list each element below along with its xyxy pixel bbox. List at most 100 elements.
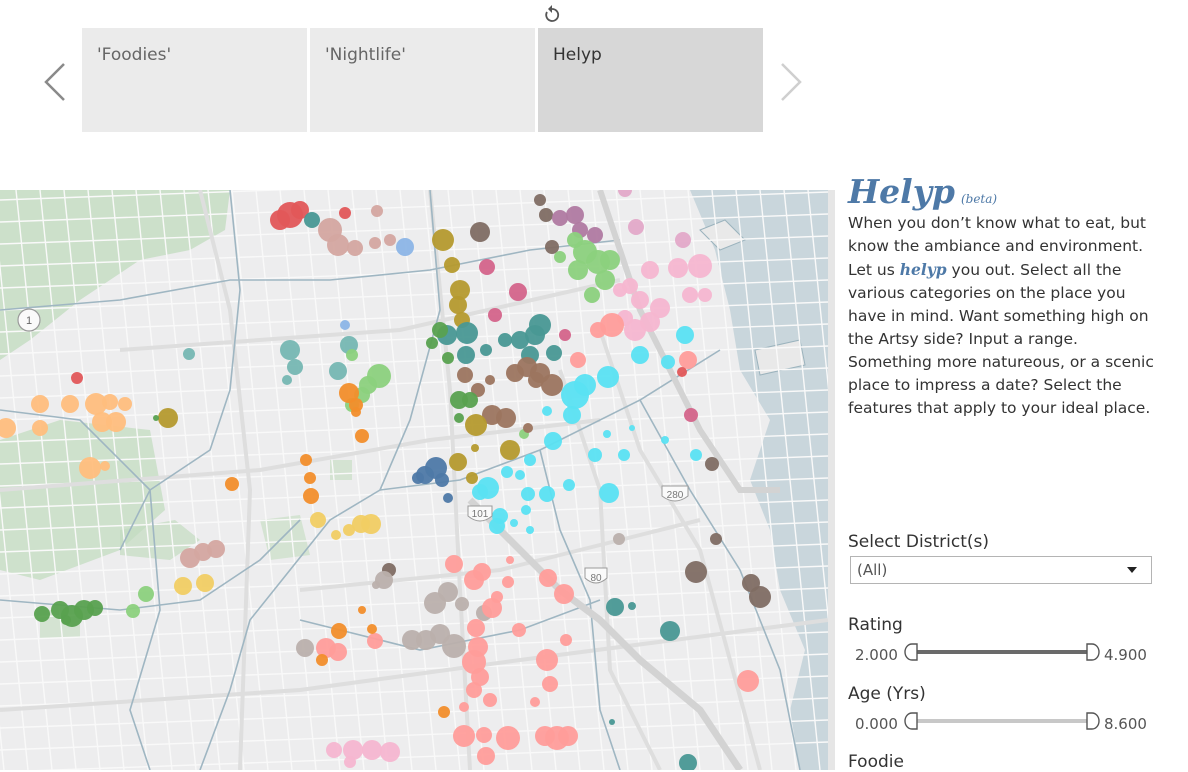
restaurant-marker[interactable]	[180, 548, 200, 568]
restaurant-marker[interactable]	[570, 352, 586, 368]
restaurant-marker[interactable]	[510, 519, 518, 527]
restaurant-marker[interactable]	[521, 487, 535, 501]
restaurant-map[interactable]: 1 101 80 280	[0, 190, 828, 770]
restaurant-marker[interactable]	[310, 512, 326, 528]
restaurant-marker[interactable]	[344, 756, 356, 768]
restaurant-marker[interactable]	[442, 634, 466, 658]
restaurant-marker[interactable]	[479, 259, 495, 275]
restaurant-marker[interactable]	[153, 415, 159, 421]
restaurant-marker[interactable]	[584, 287, 600, 303]
restaurant-marker[interactable]	[539, 569, 557, 587]
restaurant-marker[interactable]	[618, 190, 632, 197]
restaurant-marker[interactable]	[566, 206, 584, 224]
restaurant-marker[interactable]	[459, 702, 469, 712]
restaurant-marker[interactable]	[300, 454, 312, 466]
restaurant-marker[interactable]	[467, 619, 485, 637]
restaurant-marker[interactable]	[631, 291, 649, 309]
restaurant-marker[interactable]	[444, 257, 460, 273]
restaurant-marker[interactable]	[402, 630, 422, 650]
restaurant-marker[interactable]	[679, 754, 697, 770]
restaurant-marker[interactable]	[367, 633, 383, 649]
restaurant-marker[interactable]	[126, 604, 140, 618]
restaurant-marker[interactable]	[684, 408, 698, 422]
restaurant-marker[interactable]	[618, 449, 630, 461]
restaurant-marker[interactable]	[466, 682, 482, 698]
district-dropdown[interactable]: (All)	[850, 556, 1152, 584]
restaurant-marker[interactable]	[698, 288, 712, 302]
rating-min-handle[interactable]	[904, 643, 918, 661]
restaurant-marker[interactable]	[498, 333, 512, 347]
restaurant-marker[interactable]	[358, 606, 366, 614]
restaurant-marker[interactable]	[613, 533, 625, 545]
restaurant-marker[interactable]	[509, 283, 527, 301]
restaurant-marker[interactable]	[174, 577, 192, 595]
restaurant-marker[interactable]	[102, 394, 118, 410]
restaurant-marker[interactable]	[661, 355, 675, 369]
restaurant-marker[interactable]	[682, 287, 698, 303]
restaurant-marker[interactable]	[609, 719, 615, 725]
restaurant-marker[interactable]	[304, 212, 320, 228]
restaurant-marker[interactable]	[351, 407, 361, 417]
restaurant-marker[interactable]	[471, 444, 479, 452]
restaurant-marker[interactable]	[347, 240, 363, 256]
restaurant-marker[interactable]	[485, 375, 495, 385]
restaurant-marker[interactable]	[597, 366, 619, 388]
restaurant-marker[interactable]	[282, 375, 292, 385]
restaurant-marker[interactable]	[296, 639, 314, 657]
age-min-handle[interactable]	[904, 712, 918, 730]
restaurant-marker[interactable]	[183, 348, 195, 360]
restaurant-marker[interactable]	[449, 453, 467, 471]
map-canvas[interactable]: 1 101 80 280	[0, 190, 828, 770]
restaurant-marker[interactable]	[501, 466, 513, 478]
restaurant-marker[interactable]	[118, 397, 132, 411]
restaurant-marker[interactable]	[449, 296, 467, 314]
restaurant-marker[interactable]	[496, 408, 516, 428]
restaurant-marker[interactable]	[677, 367, 687, 377]
restaurant-marker[interactable]	[477, 747, 495, 765]
restaurant-marker[interactable]	[331, 530, 341, 540]
restaurant-marker[interactable]	[542, 676, 558, 692]
restaurant-marker[interactable]	[526, 526, 534, 534]
story-tab-foodies[interactable]: 'Foodies'	[82, 28, 307, 132]
restaurant-marker[interactable]	[613, 283, 627, 297]
restaurant-marker[interactable]	[470, 222, 490, 242]
restaurant-marker[interactable]	[61, 395, 79, 413]
restaurant-marker[interactable]	[339, 207, 351, 219]
restaurant-marker[interactable]	[539, 486, 555, 502]
restaurant-marker[interactable]	[483, 693, 497, 707]
restaurant-marker[interactable]	[362, 740, 382, 760]
restaurant-marker[interactable]	[599, 483, 619, 503]
restaurant-marker[interactable]	[568, 260, 588, 280]
restaurant-marker[interactable]	[521, 505, 531, 515]
restaurant-marker[interactable]	[710, 533, 722, 545]
restaurant-marker[interactable]	[327, 234, 349, 256]
restaurant-marker[interactable]	[367, 624, 377, 634]
restaurant-marker[interactable]	[629, 425, 635, 431]
restaurant-marker[interactable]	[512, 623, 526, 637]
restaurant-marker[interactable]	[454, 413, 464, 423]
restaurant-marker[interactable]	[61, 615, 71, 625]
restaurant-marker[interactable]	[412, 472, 424, 484]
restaurant-marker[interactable]	[443, 493, 453, 503]
restaurant-marker[interactable]	[685, 561, 707, 583]
restaurant-marker[interactable]	[690, 449, 702, 461]
restaurant-marker[interactable]	[432, 229, 454, 251]
restaurant-marker[interactable]	[536, 649, 558, 671]
restaurant-marker[interactable]	[675, 232, 691, 248]
restaurant-marker[interactable]	[541, 374, 563, 396]
restaurant-marker[interactable]	[457, 367, 473, 383]
restaurant-marker[interactable]	[287, 359, 303, 375]
restaurant-marker[interactable]	[587, 227, 603, 243]
restaurant-marker[interactable]	[435, 473, 449, 487]
restaurant-marker[interactable]	[524, 454, 536, 466]
restaurant-marker[interactable]	[432, 322, 448, 338]
restaurant-marker[interactable]	[588, 448, 602, 462]
restaurant-marker[interactable]	[0, 418, 16, 438]
restaurant-marker[interactable]	[106, 412, 126, 432]
restaurant-marker[interactable]	[539, 208, 553, 222]
restaurant-marker[interactable]	[523, 423, 533, 433]
restaurant-marker[interactable]	[705, 457, 719, 471]
map-scrollbar[interactable]	[828, 190, 835, 770]
restaurant-marker[interactable]	[737, 670, 759, 692]
restaurant-marker[interactable]	[371, 205, 383, 217]
